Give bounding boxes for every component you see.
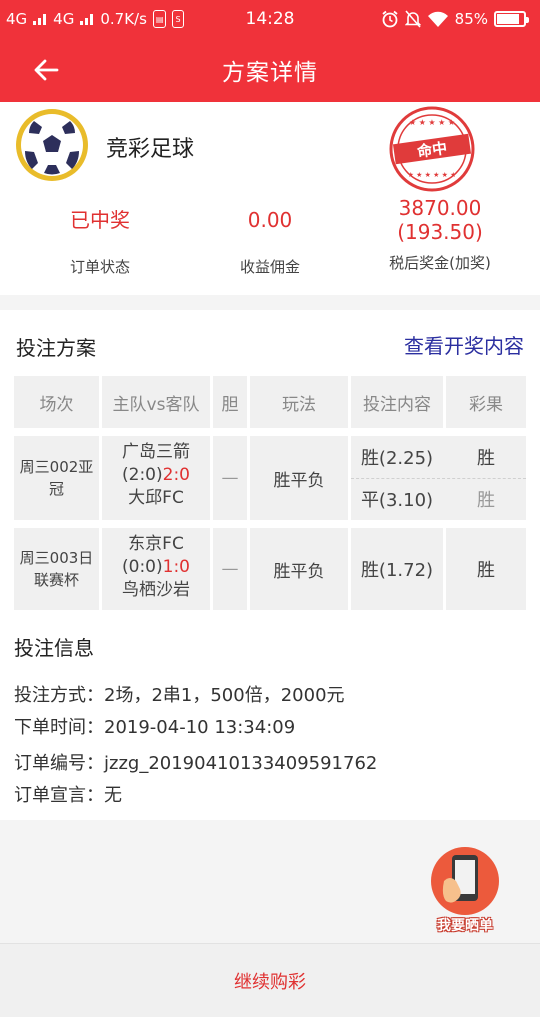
order-status: 已中奖 订单状态 [30, 208, 170, 277]
battery-icon [494, 11, 529, 27]
share-order-label: 我要晒单 [437, 918, 493, 934]
soccer-ball-icon [16, 109, 88, 181]
bet-option: 平(3.10) [360, 490, 434, 511]
battery-percent: 85% [454, 10, 488, 28]
commission-value: 0.00 [247, 208, 293, 232]
order-number: 订单编号：jzzg_20190410133409591762 [14, 753, 378, 774]
alarm-icon [382, 10, 398, 28]
commission: 0.00 收益佣金 [200, 208, 340, 277]
order-declaration: 订单宣言：无 [14, 785, 122, 806]
bet-result: 胜 [446, 528, 526, 610]
bet-result: 胜 [477, 490, 495, 511]
game-name: 竞彩足球 [106, 137, 195, 162]
status-bar: 4G 4G 0.7K/s ▤ S 14:28 85% [0, 0, 540, 38]
commission-label: 收益佣金 [239, 258, 300, 276]
wifi-icon [427, 11, 448, 27]
full-score: 1:0 [162, 557, 190, 577]
nav-bar: 方案详情 [0, 38, 540, 102]
phone-hand-icon [431, 847, 499, 915]
half-score: (0:0) [122, 557, 163, 577]
home-team: 东京FC [128, 534, 184, 554]
page-title: 方案详情 [222, 60, 318, 86]
signal-4g-2: 4G [53, 10, 75, 28]
continue-buy-button[interactable]: 继续购彩 [0, 943, 540, 1017]
win-stamp-icon: ★ ★ ★ ★ ★ 命中 ★ ★ ★ ★ ★ ★ [389, 106, 475, 192]
match-teams: 广岛三箭 (2:0)2:0 大邱FC [102, 441, 210, 510]
home-team: 广岛三箭 [122, 442, 190, 462]
continue-buy-label: 继续购彩 [234, 971, 306, 993]
order-time: 下单时间：2019-04-10 13:34:09 [14, 717, 296, 738]
away-team: 鸟栖沙岩 [122, 580, 190, 600]
col-header-match-no: 场次 [14, 376, 99, 428]
plan-title: 投注方案 [16, 336, 96, 360]
bet-method: 投注方式：2场，2串1，500倍，2000元 [14, 685, 345, 706]
s-notification-icon: S [172, 10, 184, 28]
signal-bars-icon [33, 14, 47, 25]
view-draw-link[interactable]: 查看开奖内容 [404, 330, 524, 359]
half-score: (2:0) [122, 465, 163, 485]
full-score: 2:0 [162, 465, 190, 485]
prize-bonus-value: (193.50) [397, 220, 483, 244]
score-line: (2:0)2:0 [102, 464, 210, 487]
table-row-play: 胜平负 [250, 436, 348, 520]
share-order-button[interactable]: 我要晒单 [426, 845, 504, 937]
bet-option: 胜(1.72) [351, 528, 443, 610]
col-header-banker: 胆 [213, 376, 247, 428]
svg-text:★ ★ ★ ★ ★ ★: ★ ★ ★ ★ ★ ★ [408, 171, 457, 179]
back-button[interactable] [28, 52, 64, 88]
match-teams: 东京FC (0:0)1:0 鸟栖沙岩 [102, 533, 210, 602]
table-row-banker: — [213, 436, 247, 520]
mute-icon [404, 10, 421, 28]
table-row-play: 胜平负 [250, 528, 348, 610]
arrow-left-icon [34, 59, 59, 81]
table-row-match-no: 周三003日联赛杯 [14, 528, 99, 610]
svg-text:★ ★ ★ ★ ★: ★ ★ ★ ★ ★ [409, 118, 455, 127]
table-row-banker: — [213, 528, 247, 610]
app-notification-icon: ▤ [152, 10, 167, 28]
away-team: 大邱FC [128, 488, 184, 508]
prize-after-tax: 3870.00 (193.50) 税后奖金(加奖) [360, 196, 520, 273]
prize-label: 税后奖金(加奖) [389, 254, 491, 272]
order-summary: 竞彩足球 ★ ★ ★ ★ ★ 命中 ★ ★ ★ ★ ★ ★ 已中奖 订单状态 0… [0, 102, 540, 295]
bet-plan-section: 投注方案 查看开奖内容 场次 主队vs客队 胆 玩法 投注内容 彩果 周三002… [0, 310, 540, 820]
order-status-value: 已中奖 [70, 208, 130, 232]
signal-bars-icon [80, 14, 94, 25]
table-row-match-no: 周三002亚冠 [14, 436, 99, 520]
network-speed: 0.7K/s [100, 10, 147, 28]
prize-value: 3870.00 [398, 196, 482, 220]
col-header-result: 彩果 [446, 376, 526, 428]
svg-text:命中: 命中 [415, 139, 448, 161]
score-line: (0:0)1:0 [102, 556, 210, 579]
bet-info-title: 投注信息 [14, 636, 94, 660]
col-header-bet-content: 投注内容 [351, 376, 443, 428]
signal-4g-1: 4G [6, 10, 28, 28]
bet-option: 胜(2.25) [360, 448, 434, 469]
col-header-play: 玩法 [250, 376, 348, 428]
col-header-teams: 主队vs客队 [102, 376, 210, 428]
bet-result: 胜 [477, 448, 495, 469]
order-status-label: 订单状态 [69, 258, 130, 276]
